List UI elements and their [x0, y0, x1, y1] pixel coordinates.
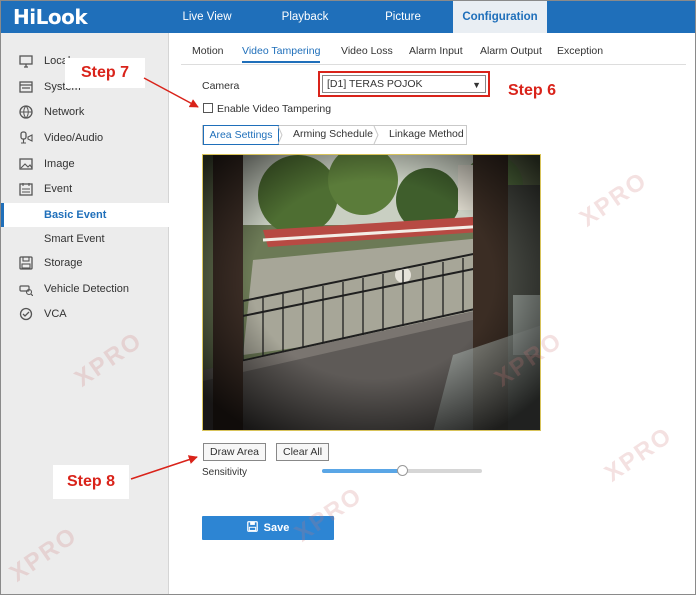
step7-arrow — [143, 77, 199, 108]
step8-arrow — [130, 455, 198, 480]
browser-frame: HiLook Live View Playback Picture Config… — [0, 0, 696, 595]
annotation-arrows — [130, 77, 199, 480]
